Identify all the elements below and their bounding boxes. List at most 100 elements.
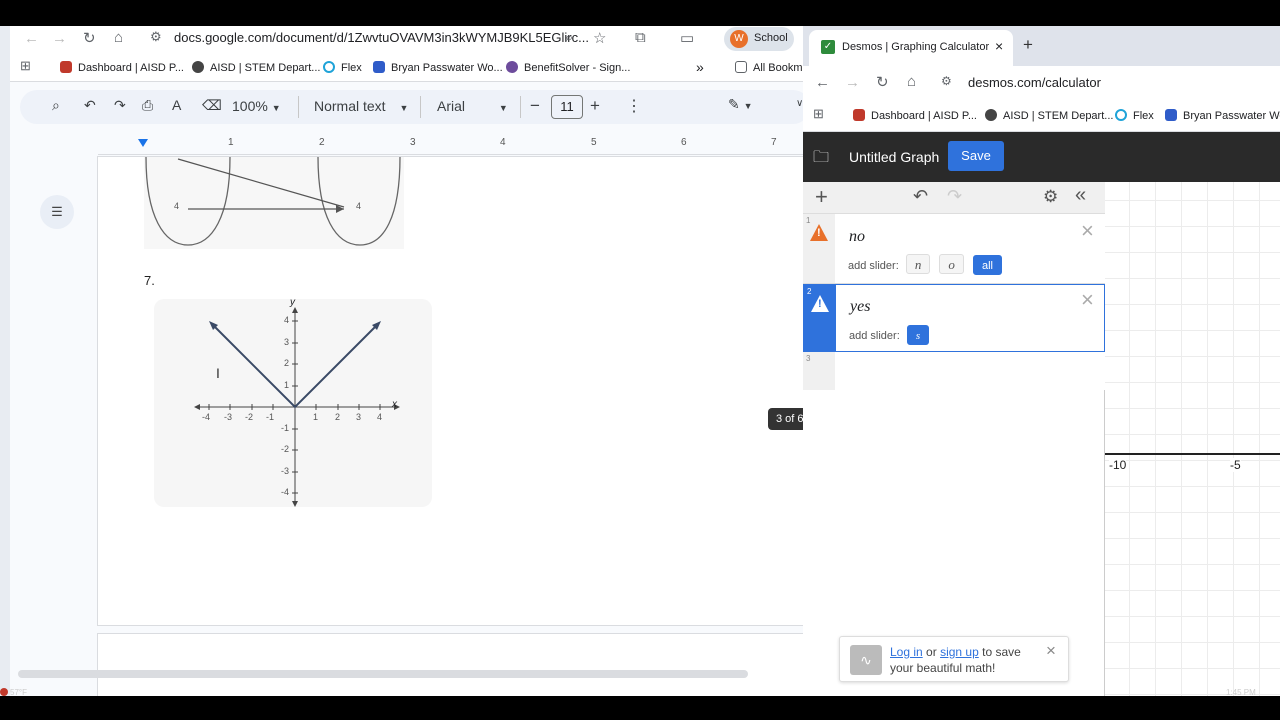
x-tick: 1: [313, 412, 319, 422]
delete-expression-icon[interactable]: ×: [1081, 220, 1094, 242]
save-button[interactable]: Save: [948, 141, 1004, 171]
text-cursor-icon: I: [216, 365, 220, 381]
desmos-tab[interactable]: ✓ Desmos | Graphing Calculator ×: [809, 30, 1013, 66]
bookmark-stem[interactable]: AISD | STEM Depart...: [192, 61, 320, 74]
delete-expression-icon[interactable]: ×: [1081, 289, 1094, 311]
settings-gear-icon[interactable]: ⚙: [1043, 187, 1058, 207]
search-menus-icon[interactable]: ⌕: [52, 97, 60, 114]
desmos-tab-bar: ✓ Desmos | Graphing Calculator × +: [803, 26, 1280, 66]
spellcheck-icon[interactable]: A: [172, 97, 181, 113]
ruler-mark: 7: [771, 137, 777, 148]
apps-grid-icon[interactable]: ⊞: [813, 106, 824, 122]
ruler-mark: 4: [500, 137, 506, 148]
expression-row[interactable]: 1 ! no add slider: n o all ×: [803, 214, 1105, 284]
folder-icon[interactable]: 🗀: [813, 146, 829, 173]
chevron-down-icon: ▼: [399, 103, 409, 113]
style-select[interactable]: Normal text ▼: [314, 98, 408, 114]
more-options-icon[interactable]: ⋮: [626, 96, 642, 116]
extensions-icon[interactable]: ⧉: [635, 29, 646, 46]
outline-icon[interactable]: ☰: [40, 195, 74, 229]
new-tab-icon[interactable]: +: [1023, 35, 1033, 55]
forward-icon[interactable]: →: [52, 30, 67, 47]
horizontal-scrollbar[interactable]: [18, 670, 748, 678]
slider-button-all[interactable]: all: [972, 255, 1002, 275]
graph-paper[interactable]: -10 -5: [1105, 182, 1280, 696]
absolute-value-graph-image[interactable]: y x -4 -3 -2 -1 1 2 3 4 4 3 2 1 -1 -2 -3…: [154, 297, 432, 507]
document-page-next[interactable]: [97, 633, 805, 696]
font-select[interactable]: Arial ▼: [437, 98, 508, 114]
bookmark-passwater[interactable]: Bryan Passwater Wo...: [1165, 109, 1280, 122]
slider-button-o[interactable]: o: [939, 254, 964, 274]
expression-gutter: 3: [803, 352, 835, 390]
bookmark-passwater[interactable]: Bryan Passwater Wo...: [373, 61, 503, 74]
font-size-input[interactable]: 11: [551, 95, 583, 119]
site-info-icon[interactable]: ⚙: [941, 74, 952, 88]
desmos-url[interactable]: desmos.com/calculator: [968, 75, 1101, 90]
save-text: to save: [982, 645, 1021, 659]
add-slider-label: add slider:: [848, 260, 899, 272]
stem-icon: [985, 109, 997, 121]
desmos-header: 🗀 Untitled Graph Save: [803, 132, 1280, 182]
signup-link[interactable]: sign up: [940, 645, 979, 659]
bookmark-flex[interactable]: Flex: [323, 61, 362, 74]
redo-icon[interactable]: ↷: [114, 97, 126, 114]
zoom-icon[interactable]: ⌕: [565, 29, 573, 46]
bookmark-dashboard[interactable]: Dashboard | AISD P...: [853, 109, 977, 122]
bookmark-dashboard[interactable]: Dashboard | AISD P...: [60, 61, 184, 74]
page-indicator: 3 of 6: [768, 408, 805, 430]
docs-url[interactable]: docs.google.com/document/d/1ZwvtuOVAVM3i…: [174, 30, 589, 45]
login-line-2: your beautiful math!: [890, 661, 996, 675]
editing-mode-icon[interactable]: ✎ ▼: [728, 96, 753, 113]
undo-icon[interactable]: ↶: [84, 97, 96, 114]
bookmark-benefitsolver[interactable]: BenefitSolver - Sign...: [506, 61, 630, 74]
back-icon[interactable]: ←: [24, 30, 39, 47]
y-tick: 2: [284, 358, 290, 368]
document-page[interactable]: 4 4 7. y x -4 -3 -2 -1 1 2 3 4 4 3 2 1 -…: [97, 156, 805, 626]
zoom-select[interactable]: 100% ▼: [232, 98, 281, 114]
mapping-output-value: 4: [356, 201, 362, 211]
benefitsolver-icon: [506, 61, 518, 73]
bookmark-star-icon[interactable]: ☆: [593, 29, 606, 47]
paint-format-icon[interactable]: ⌫: [202, 97, 222, 114]
add-item-icon[interactable]: +: [815, 184, 828, 210]
warning-mark: !: [818, 298, 822, 310]
back-icon[interactable]: ←: [815, 74, 830, 91]
reload-icon[interactable]: ↻: [83, 29, 96, 47]
bookmark-flex[interactable]: Flex: [1115, 109, 1154, 122]
reload-icon[interactable]: ↻: [876, 73, 889, 91]
undo-icon[interactable]: ↶: [913, 186, 928, 207]
graph-logo-icon: ∿: [850, 645, 882, 675]
expression-gutter: 2 !: [804, 285, 836, 351]
apps-grid-icon[interactable]: ⊞: [20, 58, 31, 74]
bookmarks-overflow-icon[interactable]: »: [696, 59, 704, 75]
slider-button-n[interactable]: n: [905, 254, 931, 274]
x-tick: -4: [202, 412, 211, 422]
clock: 1:45 PM: [1226, 688, 1256, 697]
redo-icon[interactable]: ↷: [947, 186, 962, 207]
expression-text[interactable]: no: [849, 228, 865, 246]
decrease-font-icon[interactable]: −: [530, 96, 540, 116]
close-tab-icon[interactable]: ×: [995, 38, 1003, 54]
graph-title[interactable]: Untitled Graph: [849, 149, 939, 165]
expression-text[interactable]: yes: [850, 298, 870, 316]
indent-marker-icon[interactable]: [138, 139, 148, 147]
increase-font-icon[interactable]: +: [590, 96, 600, 116]
chevron-down-icon: ▼: [498, 103, 508, 113]
expression-row-selected[interactable]: 2 ! yes add slider: s ×: [803, 284, 1105, 352]
collapse-panel-icon[interactable]: «: [1075, 184, 1086, 207]
home-icon[interactable]: ⌂: [907, 73, 916, 90]
print-icon[interactable]: ⎙: [142, 97, 153, 114]
expression-panel: + ↶ ↷ ⚙ « 1 ! no add slider: n o all × 2…: [803, 182, 1105, 696]
close-prompt-icon[interactable]: ×: [1046, 641, 1056, 661]
slider-button-s[interactable]: s: [906, 325, 930, 345]
forward-icon[interactable]: →: [845, 74, 860, 91]
site-info-icon[interactable]: ⚙: [150, 29, 162, 45]
profile-chip[interactable]: W School: [724, 27, 794, 51]
home-icon[interactable]: ⌂: [114, 29, 123, 46]
bookmark-stem[interactable]: AISD | STEM Depart...: [985, 109, 1113, 122]
cast-icon[interactable]: ▭: [680, 29, 694, 47]
expression-row-empty[interactable]: 3: [803, 352, 1105, 390]
login-link[interactable]: Log in: [890, 645, 923, 659]
all-bookmarks[interactable]: All Bookm: [735, 61, 803, 74]
add-slider-label: add slider:: [849, 330, 900, 342]
